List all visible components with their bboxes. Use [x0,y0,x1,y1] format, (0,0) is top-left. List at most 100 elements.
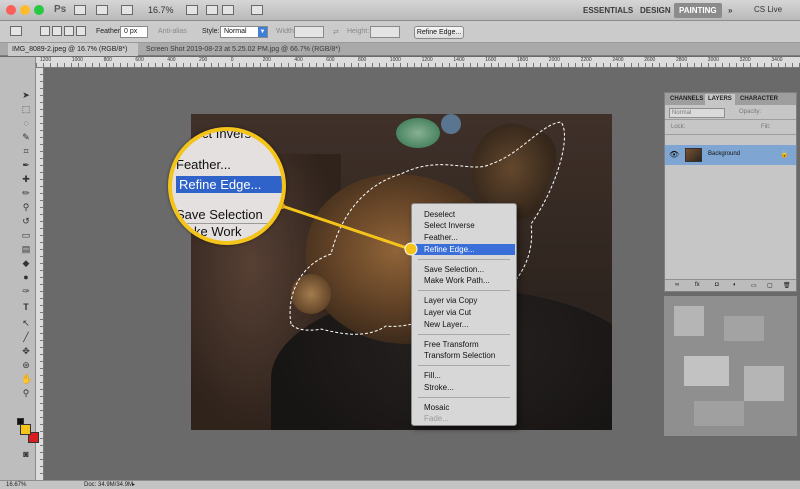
subtract-from-selection-icon[interactable] [64,26,74,36]
vertical-ruler[interactable] [36,68,44,480]
magnifier-item-make-work: Make Work [176,224,242,239]
gradient-tool-icon[interactable]: ▤ [21,244,31,254]
path-selection-tool-icon[interactable]: ↖ [21,318,31,328]
width-input[interactable] [294,26,324,38]
eraser-tool-icon[interactable]: ▭ [21,230,31,240]
layer-mask-icon[interactable]: ◘ [715,282,719,288]
ruler-number: 1800 [517,57,529,63]
anti-alias-checkbox[interactable]: Anti-alias [158,28,187,35]
foreground-color-swatch[interactable] [20,424,31,435]
menu-item-new-layer[interactable]: New Layer... [413,319,515,330]
ruler-number: 1600 [485,57,497,63]
tab-img-8089[interactable]: IMG_8089-2.jpeg @ 16.7% (RGB/8*) [8,43,138,56]
menu-item-fade: Fade... [424,414,449,423]
ruler-number: 0 [230,57,234,63]
add-to-selection-icon[interactable] [52,26,62,36]
menu-item-layer-via-copy[interactable]: Layer via Copy [413,295,515,306]
rotate-view-icon[interactable] [206,5,218,15]
new-layer-icon[interactable]: ▢ [767,282,773,289]
tab-screen-shot[interactable]: Screen Shot 2019-08-23 at 5.25.02 PM.jpg… [142,43,372,56]
eye-icon[interactable]: 👁 [669,150,679,159]
intersect-selection-icon[interactable] [76,26,86,36]
menu-item-make-work-path[interactable]: Make Work Path... [413,275,515,286]
menu-item-fill[interactable]: Fill... [413,370,515,381]
tab-character[interactable]: CHARACTER [737,94,781,105]
menu-item-feather[interactable]: Feather... [413,232,515,243]
menu-item-refine-edge[interactable]: Refine Edge... [413,244,515,255]
shape-tool-icon[interactable]: ╱ [21,332,31,342]
3d-orbit-tool-icon[interactable]: ⊛ [21,360,31,370]
tab-layers[interactable]: LAYERS [705,94,735,105]
zoom-tool-icon[interactable]: ⚲ [21,388,31,398]
clone-stamp-tool-icon[interactable]: ⚲ [21,202,31,212]
mini-bridge-icon[interactable] [96,5,108,15]
arrange-documents-icon[interactable] [222,5,234,15]
type-tool-icon[interactable]: T [21,302,31,312]
menu-item-layer-via-cut[interactable]: Layer via Cut [413,307,515,318]
adjustment-layer-icon[interactable]: ◐ [733,282,737,288]
workspace-painting[interactable]: PAINTING [674,3,722,18]
status-zoom[interactable]: 16.67% [6,481,26,489]
style-select[interactable]: Normal ▼ [220,26,268,38]
document-tabs: IMG_8089-2.jpeg @ 16.7% (RGB/8*) Screen … [0,43,800,56]
horizontal-ruler[interactable]: 1200 1000 800 600 400 200 0 200 400 600 800 1000 120… [36,57,800,68]
new-group-icon[interactable]: ▭ [751,282,757,289]
marquee-tool-icon[interactable]: ⬚ [21,104,31,114]
workspace-design[interactable]: DESIGN [635,3,676,18]
menu-item-free-transform[interactable]: Free Transform [413,339,515,350]
trash-icon[interactable]: 🗑 [783,282,791,289]
menu-item-stroke[interactable]: Stroke... [413,382,515,393]
layer-name: Background [708,151,741,157]
layer-background[interactable]: 👁 Background 🔒 [665,145,796,165]
ruler-number: 200 [262,57,271,63]
menu-separator [418,290,510,291]
close-window-button[interactable] [6,5,16,15]
dodge-tool-icon[interactable]: ● [21,272,31,282]
brush-tool-icon[interactable]: ✏ [21,188,31,198]
menu-item-save-selection[interactable]: Save Selection... [413,264,515,275]
blur-tool-icon[interactable]: ◆ [21,258,31,268]
quick-selection-tool-icon[interactable]: ✎ [21,132,31,142]
zoom-level-menu[interactable]: 16.7% [148,5,174,15]
workspace-essentials[interactable]: ESSENTIALS [578,3,638,18]
menu-item-deselect[interactable]: Deselect [413,209,515,220]
hand-tool-icon[interactable]: ✋ [21,374,32,384]
eyedropper-tool-icon[interactable]: ✒ [21,160,31,170]
blend-row: Normal Opacity: [665,106,796,120]
view-extras-icon[interactable] [121,5,133,15]
history-brush-tool-icon[interactable]: ↺ [21,216,31,226]
status-menu-arrow[interactable]: ▸ [132,481,135,489]
new-selection-icon[interactable] [40,26,50,36]
minimize-window-button[interactable] [20,5,30,15]
lasso-tool-icon[interactable]: ◌ [21,118,31,128]
pixel-block [724,316,764,341]
cs-live-menu[interactable]: CS Live [754,5,782,14]
move-tool-icon[interactable]: ➤ [21,90,31,100]
bridge-icon[interactable] [74,5,86,15]
quick-mask-icon[interactable]: ◙ [21,449,31,459]
swap-icon[interactable]: ⇄ [333,28,339,36]
layer-style-icon[interactable]: fx [695,282,700,288]
feather-input[interactable]: 0 px [120,26,148,38]
pen-tool-icon[interactable]: ✑ [21,286,31,296]
pixel-block [694,401,744,426]
refine-edge-button[interactable]: Refine Edge... [414,26,464,39]
blend-mode-select[interactable]: Normal [669,108,725,118]
ruler-number: 1400 [453,57,465,63]
tab-channels[interactable]: CHANNELS [667,94,706,105]
panel-footer: ∞ fx ◘ ◐ ▭ ▢ 🗑 [665,279,796,291]
menu-item-transform-selection[interactable]: Transform Selection [413,350,515,361]
more-workspaces-button[interactable]: » [723,3,737,18]
3d-rotate-tool-icon[interactable]: ✥ [21,346,31,356]
crop-tool-icon[interactable]: ⌗ [21,146,31,156]
height-input[interactable] [370,26,400,38]
link-layers-icon[interactable]: ∞ [675,282,679,288]
fill-label: Fill: [761,124,771,130]
healing-brush-tool-icon[interactable]: ✚ [21,174,31,184]
menu-item-select-inverse[interactable]: Select Inverse [413,220,515,231]
menu-item-mosaic[interactable]: Mosaic [413,402,515,413]
screen-mode-icon[interactable] [251,5,263,15]
marquee-preset-icon[interactable] [10,26,22,36]
hand-tool-icon[interactable] [186,5,198,15]
zoom-window-button[interactable] [34,5,44,15]
